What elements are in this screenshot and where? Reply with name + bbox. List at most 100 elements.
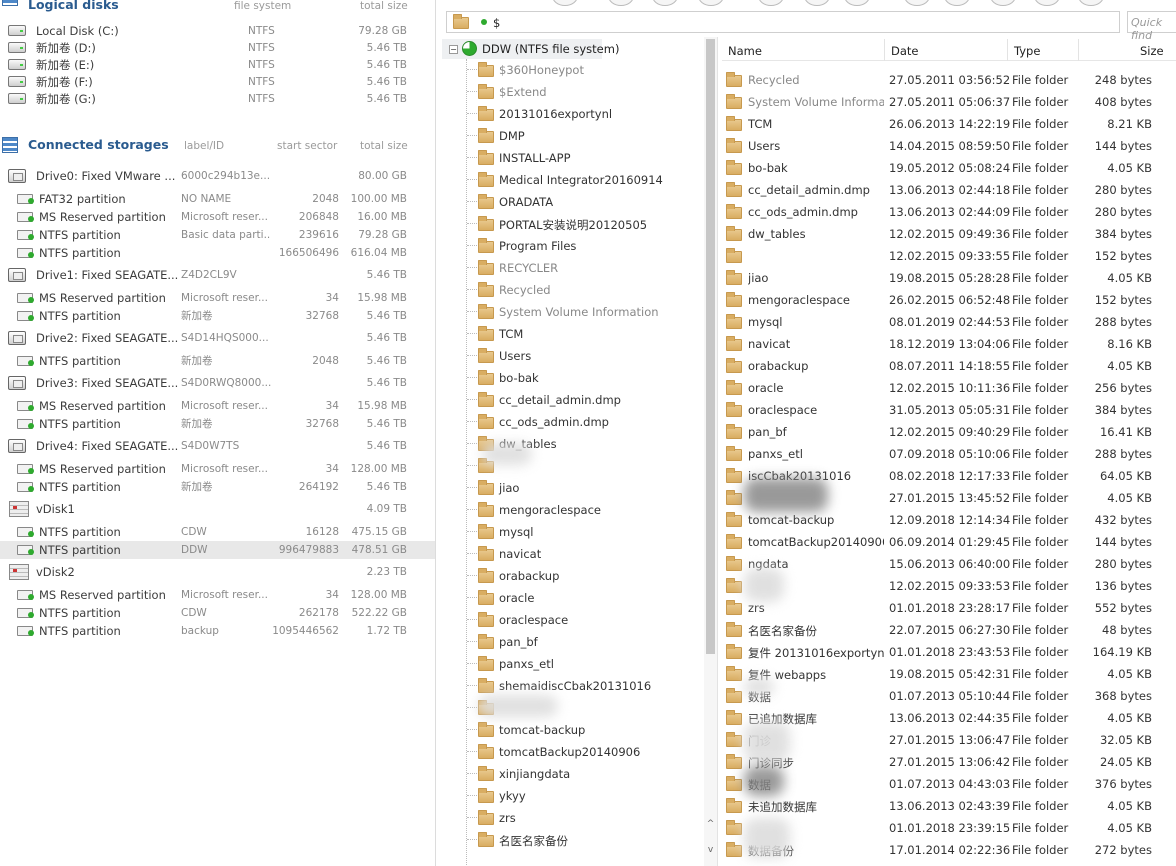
tree-item[interactable]: pan_bf bbox=[442, 631, 702, 653]
vdisk-row[interactable]: vDisk1 4.09 TB bbox=[0, 500, 435, 518]
drive-row[interactable]: Drive0: Fixed VMware ... 6000c294b13e... 8… bbox=[0, 167, 435, 185]
tree-item[interactable]: PORTAL安装说明20120505 bbox=[442, 213, 702, 235]
tree-item[interactable]: dw_tables bbox=[442, 433, 702, 455]
tree-item[interactable]: 名医名家备份 bbox=[442, 829, 702, 851]
file-row[interactable]: jiao 19.08.2015 05:28:28 File folder 4.05 K… bbox=[722, 267, 1176, 289]
collapse-icon[interactable]: − bbox=[449, 45, 458, 54]
logical-disk-row[interactable]: 新加卷 (F:) NTFS 5.46 TB bbox=[0, 73, 435, 91]
tree-root[interactable]: − DDW (NTFS file system) bbox=[442, 39, 619, 59]
partition-row[interactable]: NTFS partition backup 1095446562 1.72 TB bbox=[0, 622, 435, 640]
tree-item[interactable]: 20131016exportynl bbox=[442, 103, 702, 125]
vdisk-row[interactable]: vDisk2 2.23 TB bbox=[0, 563, 435, 581]
tree-item[interactable]: xinjiangdata bbox=[442, 763, 702, 785]
file-row[interactable]: ngdata 15.06.2013 06:40:00 File folder 280 … bbox=[722, 553, 1176, 575]
tree-item[interactable]: INSTALL-APP bbox=[442, 147, 702, 169]
partition-row[interactable]: MS Reserved partition Microsoft reser... 3… bbox=[0, 586, 435, 604]
file-row[interactable]: 数据 01.07.2013 05:10:44 File folder 368 byte… bbox=[722, 685, 1176, 707]
file-row[interactable]: cc_detail_admin.dmp 13.06.2013 02:44:18 Fi… bbox=[722, 179, 1176, 201]
file-row[interactable]: dw_tables 12.02.2015 09:49:36 File folder 3… bbox=[722, 223, 1176, 245]
toolbar-button[interactable] bbox=[944, 0, 970, 6]
tree-item[interactable]: ORADATA bbox=[442, 191, 702, 213]
drive-row[interactable]: Drive2: Fixed SEAGATE... S4D14HQS000... 5.… bbox=[0, 329, 435, 347]
tree-item[interactable]: cc_detail_admin.dmp bbox=[442, 389, 702, 411]
tree-item[interactable]: Medical Integrator20160914 bbox=[442, 169, 702, 191]
file-row[interactable]: 未追加数据库 13.06.2013 02:43:39 File folder 4.05… bbox=[722, 795, 1176, 817]
toolbar-button[interactable] bbox=[652, 0, 678, 6]
file-row[interactable]: Users 14.04.2015 08:59:50 File folder 144 b… bbox=[722, 135, 1176, 157]
logical-disk-row[interactable]: Local Disk (C:) NTFS 79.28 GB bbox=[0, 22, 435, 40]
file-row[interactable]: 复件 20131016exportynl 01.01.2018 23:43:53 F… bbox=[722, 641, 1176, 663]
tree-item[interactable]: DMP bbox=[442, 125, 702, 147]
header-type[interactable]: Type bbox=[1014, 44, 1040, 58]
file-row[interactable]: 数据备份17.01.2014 02:22:36File folder272 by… bbox=[722, 839, 1176, 861]
partition-row[interactable]: NTFS partition DDW 996479883 478.51 GB bbox=[0, 541, 435, 559]
file-row[interactable]: panxs_etl 07.09.2018 05:10:06 File folder 2… bbox=[722, 443, 1176, 465]
file-row[interactable]: 已追加数据库 13.06.2013 02:44:35 File folder 4.05… bbox=[722, 707, 1176, 729]
file-row[interactable]: orabackup 08.07.2011 14:18:55 File folder 4… bbox=[722, 355, 1176, 377]
file-row[interactable]: oraclespace 31.05.2013 05:05:31 File folde… bbox=[722, 399, 1176, 421]
header-size[interactable]: Size bbox=[1140, 44, 1164, 58]
file-row[interactable]: 数据01.07.2013 04:43:03File folder376 byte… bbox=[722, 773, 1176, 795]
toolbar-button[interactable] bbox=[1078, 0, 1104, 6]
tree-item[interactable]: cc_ods_admin.dmp bbox=[442, 411, 702, 433]
tree-item[interactable]: shemaidiscCbak20131016 bbox=[442, 675, 702, 697]
file-row[interactable]: 12.02.2015 09:33:55 File folder 152 bytes bbox=[722, 245, 1176, 267]
file-row[interactable]: 12.02.2015 09:33:53 File folder 136 bytes bbox=[722, 575, 1176, 597]
tree-item[interactable]: $360Honeypot bbox=[442, 59, 702, 81]
partition-row[interactable]: FAT32 partition NO NAME 2048 100.00 MB bbox=[0, 190, 435, 208]
quick-find-input[interactable]: Quick find bbox=[1127, 11, 1176, 42]
tree-item[interactable]: panxs_etl bbox=[442, 653, 702, 675]
file-row[interactable]: tomcatBackup20140906 06.09.2014 01:29:45 F… bbox=[722, 531, 1176, 553]
tree-item[interactable]: mengoraclespace bbox=[442, 499, 702, 521]
toolbar-button[interactable] bbox=[608, 0, 634, 6]
path-bar[interactable]: $ bbox=[446, 11, 1120, 33]
column-separator[interactable] bbox=[884, 39, 885, 61]
tree-item[interactable]: oracle bbox=[442, 587, 702, 609]
file-row[interactable]: mysql 08.01.2019 02:44:53 File folder 288 b… bbox=[722, 311, 1176, 333]
logical-disk-row[interactable]: 新加卷 (G:) NTFS 5.46 TB bbox=[0, 90, 435, 108]
partition-row[interactable]: NTFS partition Basic data parti... 239616 7… bbox=[0, 226, 435, 244]
scroll-down-arrow-icon[interactable]: v bbox=[704, 843, 717, 857]
file-row[interactable]: 门诊27.01.2015 13:06:47File folder32.05 KB bbox=[722, 729, 1176, 751]
tree-item[interactable]: Users bbox=[442, 345, 702, 367]
toolbar-button[interactable] bbox=[990, 0, 1016, 6]
logical-disk-row[interactable]: 新加卷 (D:) NTFS 5.46 TB bbox=[0, 39, 435, 57]
drive-row[interactable]: Drive4: Fixed SEAGATE... S4D0W7TS 5.46 TB bbox=[0, 437, 435, 455]
toolbar-button[interactable] bbox=[698, 0, 724, 6]
file-row[interactable]: 复件 webapps 19.08.2015 05:42:31 File folder… bbox=[722, 663, 1176, 685]
file-row[interactable]: Recycled 27.05.2011 03:56:52 File folder 24… bbox=[722, 69, 1176, 91]
tree-scrollbar[interactable]: ^ v bbox=[704, 37, 717, 866]
file-row[interactable]: 01.01.2018 23:39:15 File folder 4.05 KB bbox=[722, 817, 1176, 839]
file-row[interactable]: oracle 12.02.2015 10:11:36 File folder 256 … bbox=[722, 377, 1176, 399]
file-row[interactable]: bo-bak 19.05.2012 05:08:24 File folder 4.05… bbox=[722, 157, 1176, 179]
drive-row[interactable]: Drive1: Fixed SEAGATE... Z4D2CL9V 5.46 TB bbox=[0, 266, 435, 284]
file-row[interactable]: cc_ods_admin.dmp 13.06.2013 02:44:09 File … bbox=[722, 201, 1176, 223]
header-name[interactable]: Name bbox=[728, 44, 762, 58]
partition-row[interactable]: NTFS partition 新加卷 2048 5.46 TB bbox=[0, 352, 435, 370]
toolbar-button[interactable] bbox=[904, 0, 930, 6]
tree-item[interactable]: oraclespace bbox=[442, 609, 702, 631]
tree-item[interactable]: Recycled bbox=[442, 279, 702, 301]
tree-item[interactable]: mysql bbox=[442, 521, 702, 543]
tree-item[interactable]: bo-bak bbox=[442, 367, 702, 389]
file-row[interactable]: mengoraclespace 26.02.2015 06:52:48 File f… bbox=[722, 289, 1176, 311]
partition-row[interactable]: NTFS partition 新加卷 32768 5.46 TB bbox=[0, 415, 435, 433]
drive-row[interactable]: Drive3: Fixed SEAGATE... S4D0RWQ8000... 5.… bbox=[0, 374, 435, 392]
tree-item[interactable]: navicat bbox=[442, 543, 702, 565]
file-row[interactable]: 名医名家备份 22.07.2015 06:27:30 File folder 48 b… bbox=[722, 619, 1176, 641]
file-row[interactable]: System Volume Information 27.05.2011 05:0… bbox=[722, 91, 1176, 113]
logical-disk-row[interactable]: 新加卷 (E:) NTFS 5.46 TB bbox=[0, 56, 435, 74]
scroll-up-arrow-icon[interactable]: ^ bbox=[704, 817, 717, 831]
tree-item[interactable]: tomcat-backup bbox=[442, 719, 702, 741]
file-row[interactable]: navicat 18.12.2019 13:04:06 File folder 8.1… bbox=[722, 333, 1176, 355]
file-row[interactable]: pan_bf 12.02.2015 09:40:29 File folder 16.4… bbox=[722, 421, 1176, 443]
tree-item[interactable]: $Extend bbox=[442, 81, 702, 103]
toolbar-button[interactable] bbox=[804, 0, 830, 6]
file-row[interactable]: tomcat-backup 12.09.2018 12:14:34 File fol… bbox=[722, 509, 1176, 531]
tree-item[interactable]: orabackup bbox=[442, 565, 702, 587]
column-separator[interactable] bbox=[1007, 39, 1008, 61]
tree-item[interactable]: Program Files bbox=[442, 235, 702, 257]
tree-item[interactable] bbox=[442, 455, 702, 477]
tree-item[interactable]: ykyy bbox=[442, 785, 702, 807]
column-separator[interactable] bbox=[1078, 39, 1079, 61]
